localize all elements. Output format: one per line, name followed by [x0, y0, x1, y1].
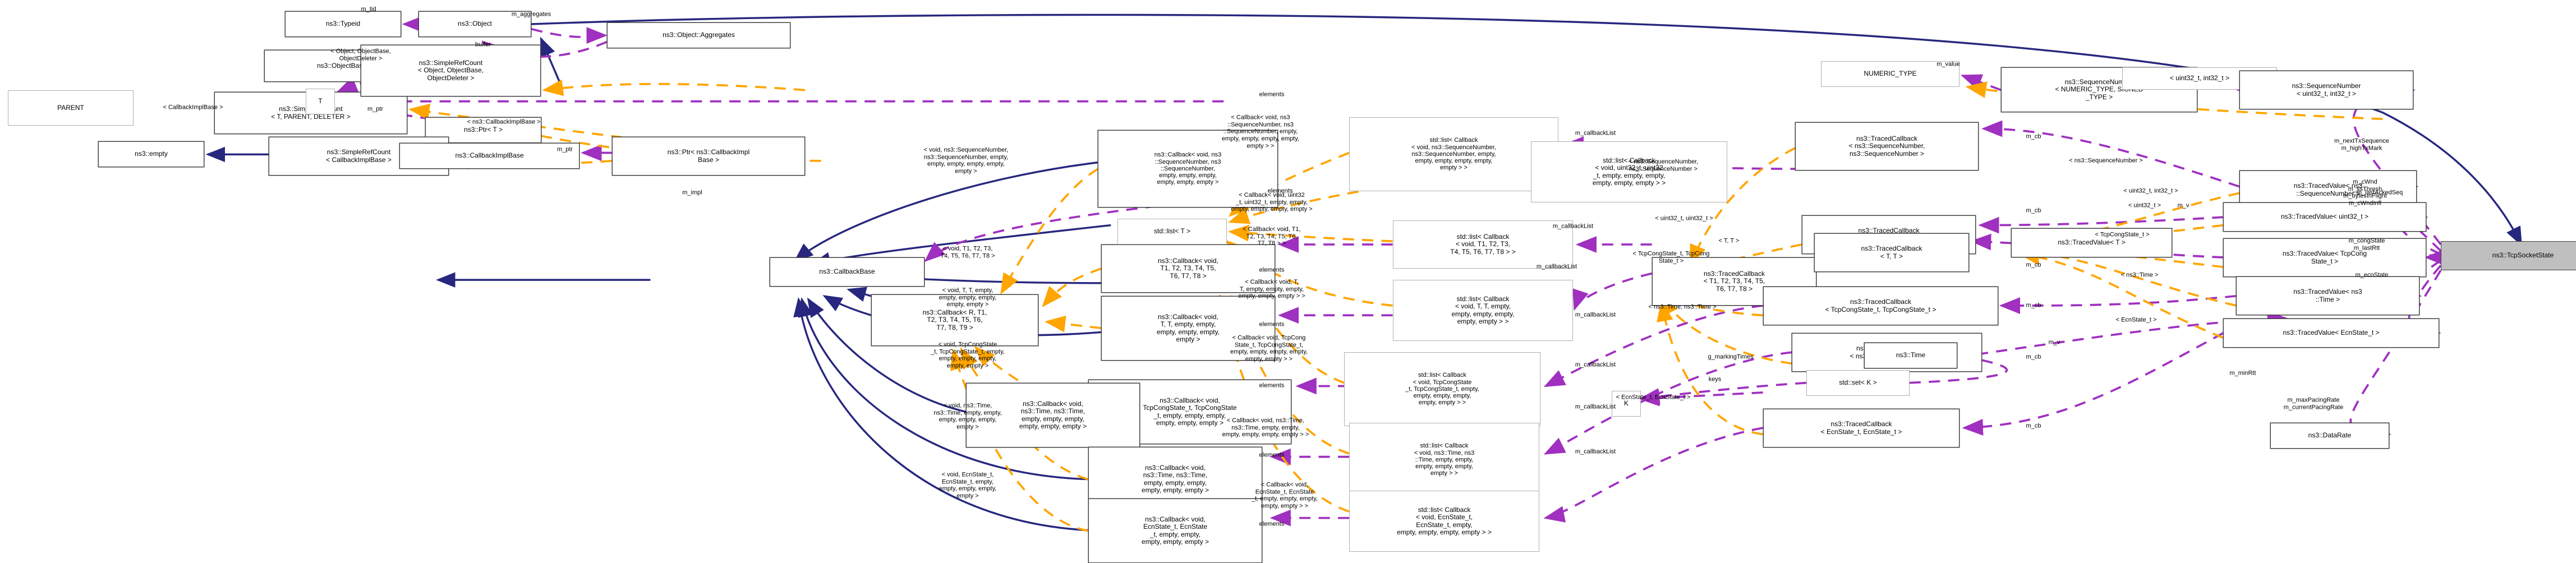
edge-label-lbl_cb_void_tt: < Callback< void, T, T, empty, empty, em…: [1238, 279, 1305, 300]
class-node-tc_tcpcong[interactable]: ns3::TracedCallback < TcpCongState_t, Tc…: [1763, 287, 1998, 325]
class-node-callbackbase[interactable]: ns3::CallbackBase: [770, 257, 924, 287]
class-node-tv_tcpcong[interactable]: ns3::TracedValue< TcpCong State_t >: [2223, 238, 2426, 277]
edge-label-lbl_gmarkingtimes: g_markingTimes: [1708, 353, 1754, 361]
class-node-list_cb_ecn[interactable]: std::list< Callback < void, EcnState_t, …: [1349, 491, 1539, 552]
class-node-parent[interactable]: PARENT: [8, 90, 134, 126]
edge-label-lbl_cb_void_time: < Callback< void, ns3::Time, ns3::Time, …: [1222, 417, 1309, 439]
edge-label-lbl_mimpl: m_impl: [682, 189, 702, 196]
class-node-empty[interactable]: ns3::empty: [98, 141, 204, 167]
class-node-tv_ecnstate[interactable]: ns3::TracedValue< EcnState_t >: [2223, 319, 2439, 348]
edge-label-lbl_cb_void_t1t8: < Callback< void, T1, T2, T3, T4, T5, T6…: [1243, 226, 1301, 247]
edge-label-lbl_elements_3: elements: [1259, 266, 1285, 274]
edge-label-lbl_callbackimplbase_left: < CallbackImplBase >: [163, 104, 223, 111]
edge-label-lbl_tcpcong_tcpcong: < TcpCongState_t, TcpCong State_t >: [1632, 250, 1710, 264]
class-node-typeid[interactable]: ns3::Typeid: [285, 11, 401, 37]
class-node-tcpsocketstate[interactable]: ns3::TcpSocketState: [2441, 241, 2576, 270]
edge-label-lbl_mcallbacklist_4: m_callbackList: [1575, 311, 1616, 319]
edge-label-lbl_mcb_6: m_cb: [2026, 422, 2041, 430]
edge-label-lbl_seqnum_tracedval: < ns3::SequenceNumber >: [2069, 157, 2143, 164]
class-node-datarate[interactable]: ns3::DataRate: [2270, 423, 2389, 449]
edge-label-lbl_mtid: m_tid: [361, 6, 376, 13]
edge-label-lbl_mcongstate: m_congState m_lastRtt: [2348, 237, 2385, 251]
edge-label-lbl_elements_4: elements: [1259, 321, 1285, 328]
class-node-t_param[interactable]: T: [306, 89, 335, 114]
edge-label-lbl_maggregates: m_aggregates: [511, 11, 551, 18]
edge-label-lbl_void_ecn: < void, EcnState_t, EcnState_t, empty, e…: [939, 471, 997, 500]
edge-label-lbl_seqnum_seqnum: < ns3::SequenceNumber, ns3::SequenceNumb…: [1628, 158, 1699, 172]
edge-label-lbl_void_seqnum: < void, ns3::SequenceNumber, ns3::Sequen…: [923, 146, 1009, 175]
edge-label-lbl_mcb_5: m_cb: [2026, 353, 2041, 361]
edge-label-lbl_uint32_uint32: < uint32_t, uint32_t >: [1655, 215, 1713, 222]
class-node-tc_seqnum[interactable]: ns3::TracedCallback < ns3::SequenceNumbe…: [1795, 122, 1979, 170]
edge-label-lbl_mcallbacklist_3: m_callbackList: [1536, 263, 1577, 270]
class-node-list_cb_seqnum[interactable]: std::list< Callback < void, ns3::Sequenc…: [1349, 117, 1558, 191]
edge-label-lbl_mwndinit: m_cWnd m_ssThresh m_bytesInFlight m_cWnd…: [2343, 178, 2387, 207]
edge-label-lbl_time_time: < ns3::Time, ns3::Time >: [1648, 303, 1717, 311]
edge-label-lbl_mcb_2: m_cb: [2026, 207, 2041, 214]
edge-label-lbl_mvalue: m_value: [1936, 61, 1960, 68]
edge-label-lbl_mcallbacklist_5: m_callbackList: [1575, 361, 1616, 368]
edge-label-lbl_ecn_ecn: < EcnState_t, EcnState_t >: [1616, 394, 1691, 401]
edge-label-lbl_cb_void_tcpcong: < Callback< void, TcpCong State_t, TcpCo…: [1230, 334, 1308, 363]
class-node-callbackimplbase[interactable]: ns3::CallbackImplBase: [399, 143, 579, 169]
edge-label-lbl_mcallbacklist_2: m_callbackList: [1552, 223, 1594, 230]
edge-label-lbl_ecnstate_tv: < EcnState_t >: [2115, 316, 2157, 324]
edge-label-lbl_mpacingrate: m_maxPacingRate m_currentPacingRate: [2283, 396, 2344, 410]
class-node-cb_ecnstate[interactable]: ns3::Callback< void, EcnState_t, EcnStat…: [1088, 499, 1262, 563]
class-node-list_t[interactable]: std::list< T >: [1117, 219, 1227, 244]
edge-label-lbl_elements_1: elements: [1259, 91, 1285, 98]
edge-label-lbl_mnexttxseq: m_nextTxSequence m_highTxMark: [2334, 137, 2389, 151]
class-node-ns3_time[interactable]: ns3::Time: [1864, 343, 1957, 368]
edge-label-lbl_object_objectbase: < Object, ObjectBase, ObjectDeleter >: [330, 48, 391, 62]
edge-label-lbl_t_t: < T, T >: [1718, 237, 1740, 244]
edge-label-lbl_elements_5: elements: [1259, 382, 1285, 389]
edge-label-lbl_mptr_mid: m_ptr: [556, 146, 573, 153]
class-node-tv_time[interactable]: ns3::TracedValue< ns3 ::Time >: [2236, 276, 2419, 315]
edge-label-lbl_mcallbacklist_7: m_callbackList: [1575, 448, 1616, 455]
edge-label-lbl_void_time: < void, ns3::Time, ns3::Time, empty, emp…: [933, 402, 1002, 431]
edge-label-lbl_cbimplbase_ptr: < ns3::CallbackImplBase >: [467, 118, 541, 126]
edge-label-lbl_mcb_1: m_cb: [2026, 133, 2041, 140]
edge-label-lbl_mcallbacklist_6: m_callbackList: [1575, 403, 1616, 410]
edge-label-lbl_mcb_3: m_cb: [2026, 261, 2041, 269]
edge-label-lbl_mv_1: m_v: [2177, 202, 2189, 209]
edge-label-lbl_time_tv: < ns3::Time >: [2120, 271, 2159, 279]
edge-label-lbl_keys: keys: [1708, 376, 1722, 383]
class-node-stdset_k[interactable]: std::set< K >: [1806, 370, 1910, 396]
edge-label-lbl_mptr_top: m_ptr: [367, 105, 384, 113]
class-node-list_cb_tt[interactable]: std::list< Callback < void, T, T, empty,…: [1393, 280, 1573, 341]
edge-label-lbl_cb_void_seqnum: < Callback< void, ns3 ::SequenceNumber, …: [1222, 114, 1299, 149]
edge-label-lbl_cb_void_ecn: < Callback< void, EcnState_t, EcnState _…: [1252, 481, 1318, 510]
class-node-tv_uint32[interactable]: ns3::TracedValue< uint32_t >: [2223, 202, 2426, 232]
edge-label-lbl_tcpcongstate_tv: < TcpCongState_t >: [2095, 231, 2150, 238]
collaboration-diagram: PARENTns3::ObjectBasens3::SimpleRefCount…: [0, 0, 2576, 563]
edge-label-lbl_void_t1t8: < void, T1, T2, T3, T4, T5, T6, T7, T8 >: [940, 245, 995, 259]
edge-label-lbl_mcallbacklist_1: m_callbackList: [1575, 130, 1616, 137]
edge-label-lbl_mminrtt: m_minRtt: [2229, 370, 2256, 377]
edge-label-lbl_mv_2: m_v: [2048, 339, 2060, 346]
edge-label-lbl_cb_void_uint32: < Callback< void, uint32 _t, uint32_t, e…: [1231, 192, 1313, 213]
edge-label-lbl_elements_6: elements: [1259, 451, 1285, 459]
class-node-seqnum_u32[interactable]: ns3::SequenceNumber < uint32_t, int32_t …: [2239, 71, 2413, 109]
class-node-ptr_cbimpl[interactable]: ns3::Ptr< ns3::CallbackImpl Base >: [612, 137, 805, 176]
class-node-list_cb_tcpcong[interactable]: std::list< Callback < void, TcpCongState…: [1344, 352, 1540, 426]
edge-label-lbl_uint32_tv: < uint32_t >: [2128, 202, 2161, 209]
edge-label-lbl_elements_7: elements: [1259, 520, 1285, 528]
edge-label-lbl_void_tt: < void, T, T, empty, empty, empty, empty…: [939, 287, 997, 308]
class-node-list_cb_t1t8[interactable]: std::list< Callback < void, T1, T2, T3, …: [1393, 220, 1573, 269]
edge-label-lbl_mcb_4: m_cb: [2026, 302, 2041, 309]
edge-label-lbl_void_tcpcong: < void, TcpCongState _t, TcpCongState_t,…: [931, 341, 1005, 370]
class-node-objaggregates[interactable]: ns3::Object::Aggregates: [607, 22, 790, 48]
edge-label-lbl_uint32_int32_orange: < uint32_t, int32_t >: [2123, 187, 2178, 195]
class-node-tc_ecn[interactable]: ns3::TracedCallback < EcnState_t, EcnSta…: [1763, 409, 1959, 447]
edge-label-lbl_mecnstate: m_ecnState: [2355, 271, 2389, 279]
edge-label-lbl_buffer: buffer: [475, 41, 491, 48]
class-node-tc_tt[interactable]: ns3::TracedCallback < T, T >: [1814, 233, 1969, 272]
class-node-list_cb_time[interactable]: std::list< Callback < void, ns3::Time, n…: [1349, 423, 1539, 497]
